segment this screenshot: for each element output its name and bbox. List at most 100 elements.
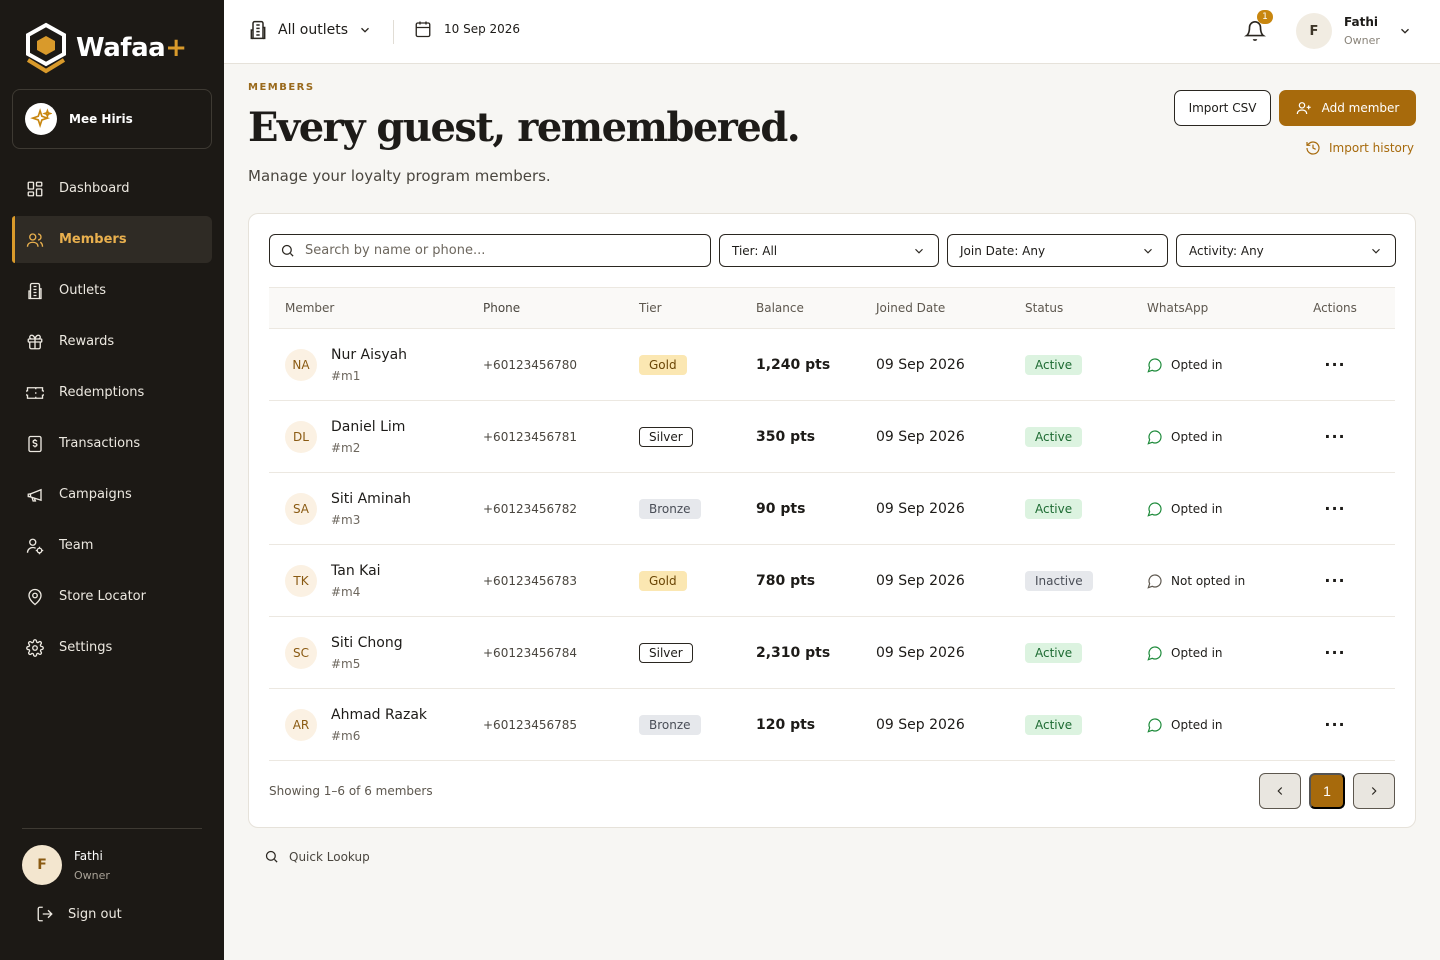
tier-cell: Silver bbox=[639, 642, 756, 663]
member-phone: +60123456780 bbox=[483, 357, 578, 372]
avatar: F bbox=[22, 845, 62, 885]
member-balance: 120 pts bbox=[756, 716, 816, 733]
outlet-name: Mee Hiris bbox=[69, 112, 133, 126]
table-row[interactable]: NA Nur Aisyah #m1 +60123456780 Gold 1,240 pts… bbox=[269, 329, 1395, 401]
row-actions-cell: ··· bbox=[1295, 571, 1375, 590]
table-row[interactable]: TK Tan Kai #m4 +60123456783 Gold 780 pts 09 Se… bbox=[269, 545, 1395, 617]
sidebar-item-label: Store Locator bbox=[59, 589, 146, 604]
avatar: TK bbox=[285, 564, 317, 597]
tier-badge: Silver bbox=[639, 426, 693, 447]
sidebar-divider bbox=[22, 828, 202, 829]
join-date-filter[interactable]: Join Date: Any bbox=[947, 234, 1168, 267]
import-csv-button[interactable]: Import CSV bbox=[1174, 90, 1271, 126]
sidebar-item-store-locator[interactable]: Store Locator bbox=[12, 573, 212, 620]
quick-lookup-button[interactable]: Quick Lookup bbox=[264, 849, 370, 864]
avatar: SA bbox=[285, 492, 317, 525]
row-actions-cell: ··· bbox=[1295, 715, 1375, 734]
whatsapp-opted-in-icon bbox=[1147, 429, 1162, 445]
table-row[interactable]: AR Ahmad Razak #m6 +60123456785 Bronze 120 pt… bbox=[269, 689, 1395, 761]
pagination-summary: Showing 1–6 of 6 members bbox=[269, 784, 433, 798]
activity-filter[interactable]: Activity: Any bbox=[1176, 234, 1396, 267]
member-name[interactable]: Nur Aisyah bbox=[331, 347, 407, 363]
user-name: Fathi bbox=[74, 848, 103, 863]
sidebar-item-campaigns[interactable]: Campaigns bbox=[12, 471, 212, 518]
column-header-status[interactable]: Status bbox=[1025, 301, 1147, 315]
table-row[interactable]: DL Daniel Lim #m2 +60123456781 Silver 350 pts… bbox=[269, 401, 1395, 473]
ticket-icon bbox=[26, 384, 44, 402]
avatar: SC bbox=[285, 636, 317, 669]
column-header-phone[interactable]: Phone bbox=[483, 301, 639, 315]
previous-page-button[interactable] bbox=[1259, 773, 1301, 809]
add-member-button[interactable]: Add member bbox=[1279, 90, 1416, 126]
column-header-joined-date[interactable]: Joined Date bbox=[876, 301, 1025, 315]
gear-icon bbox=[26, 638, 44, 657]
page-eyebrow: MEMBERS bbox=[248, 82, 315, 93]
member-cell: SC Siti Chong #m5 bbox=[269, 635, 483, 671]
column-header-whatsapp[interactable]: WhatsApp bbox=[1147, 301, 1295, 315]
member-name[interactable]: Siti Aminah bbox=[331, 491, 411, 507]
column-header-tier[interactable]: Tier bbox=[639, 301, 756, 315]
sidebar-item-redemptions[interactable]: Redemptions bbox=[12, 369, 212, 416]
next-page-button[interactable] bbox=[1353, 773, 1395, 809]
more-actions-button[interactable]: ··· bbox=[1324, 571, 1345, 590]
date-picker[interactable]: 10 Sep 2026 bbox=[414, 20, 520, 38]
more-actions-button[interactable]: ··· bbox=[1324, 427, 1345, 446]
whatsapp-opted-in-icon bbox=[1147, 645, 1162, 661]
user-name: Fathi bbox=[1344, 15, 1378, 29]
tier-badge: Bronze bbox=[639, 498, 701, 519]
more-actions-button[interactable]: ··· bbox=[1324, 715, 1345, 734]
member-name[interactable]: Daniel Lim bbox=[331, 419, 405, 435]
member-cell: NA Nur Aisyah #m1 bbox=[269, 347, 483, 383]
status-badge: Active bbox=[1025, 426, 1083, 447]
tier-badge: Gold bbox=[639, 354, 687, 375]
table-row[interactable]: SC Siti Chong #m5 +60123456784 Silver 2,310 p… bbox=[269, 617, 1395, 689]
gift-icon bbox=[26, 333, 44, 351]
member-name[interactable]: Tan Kai bbox=[331, 563, 381, 579]
member-phone: +60123456782 bbox=[483, 501, 578, 516]
page-title: Every guest, remembered. bbox=[248, 104, 801, 151]
member-name[interactable]: Ahmad Razak bbox=[331, 707, 427, 723]
sidebar-item-rewards[interactable]: Rewards bbox=[12, 318, 212, 365]
notifications-button[interactable]: 1 bbox=[1244, 10, 1273, 44]
status-cell: Active bbox=[1025, 354, 1147, 375]
topbar: All outlets 10 Sep 2026 1 F Fathi Owner bbox=[224, 0, 1440, 64]
sidebar-item-label: Outlets bbox=[59, 283, 107, 298]
member-name[interactable]: Siti Chong bbox=[331, 635, 403, 651]
member-balance: 2,310 pts bbox=[756, 644, 831, 661]
table-row[interactable]: SA Siti Aminah #m3 +60123456782 Bronze 90 pts… bbox=[269, 473, 1395, 545]
sidebar-item-settings[interactable]: Settings bbox=[12, 624, 212, 671]
sidebar-item-dashboard[interactable]: Dashboard bbox=[12, 165, 212, 212]
outlet-select[interactable]: All outlets bbox=[248, 20, 372, 40]
status-cell: Active bbox=[1025, 426, 1147, 447]
sidebar-item-team[interactable]: Team bbox=[12, 522, 212, 569]
chevron-down-icon bbox=[361, 27, 369, 33]
sidebar-item-outlets[interactable]: Outlets bbox=[12, 267, 212, 314]
import-history-link[interactable]: Import history bbox=[1305, 140, 1414, 156]
whatsapp-status: Opted in bbox=[1171, 429, 1223, 444]
chevron-down-icon bbox=[915, 248, 923, 254]
page-button-current[interactable]: 1 bbox=[1309, 773, 1345, 809]
sidebar-item-transactions[interactable]: Transactions bbox=[12, 420, 212, 467]
sign-out-button[interactable]: Sign out bbox=[36, 905, 122, 923]
user-menu[interactable]: F Fathi Owner bbox=[1296, 13, 1412, 49]
member-phone: +60123456781 bbox=[483, 429, 578, 444]
more-actions-button[interactable]: ··· bbox=[1324, 643, 1345, 662]
receipt-icon bbox=[26, 435, 44, 453]
more-actions-button[interactable]: ··· bbox=[1324, 355, 1345, 374]
tier-filter[interactable]: Tier: All bbox=[719, 234, 939, 267]
column-header-balance[interactable]: Balance bbox=[756, 301, 876, 315]
brand-name: Wafaa+ bbox=[76, 33, 187, 63]
outlet-select-value: All outlets bbox=[278, 22, 349, 38]
column-header-member[interactable]: Member bbox=[269, 301, 483, 315]
search-input[interactable] bbox=[305, 243, 685, 258]
sidebar-nav: Dashboard Members Outlets Rewards Redemp… bbox=[12, 165, 212, 675]
more-actions-button[interactable]: ··· bbox=[1324, 499, 1345, 518]
outlet-switcher[interactable]: Mee Hiris bbox=[12, 89, 212, 149]
user-plus-icon bbox=[1296, 102, 1311, 115]
member-id: #m3 bbox=[331, 512, 361, 527]
team-icon bbox=[26, 537, 44, 555]
history-icon bbox=[1306, 141, 1320, 155]
sidebar: Wafaa+ Mee Hiris Dashboard Members Outle… bbox=[0, 0, 224, 960]
brand-logo[interactable]: Wafaa+ bbox=[24, 22, 187, 74]
sidebar-item-members[interactable]: Members bbox=[12, 216, 212, 263]
